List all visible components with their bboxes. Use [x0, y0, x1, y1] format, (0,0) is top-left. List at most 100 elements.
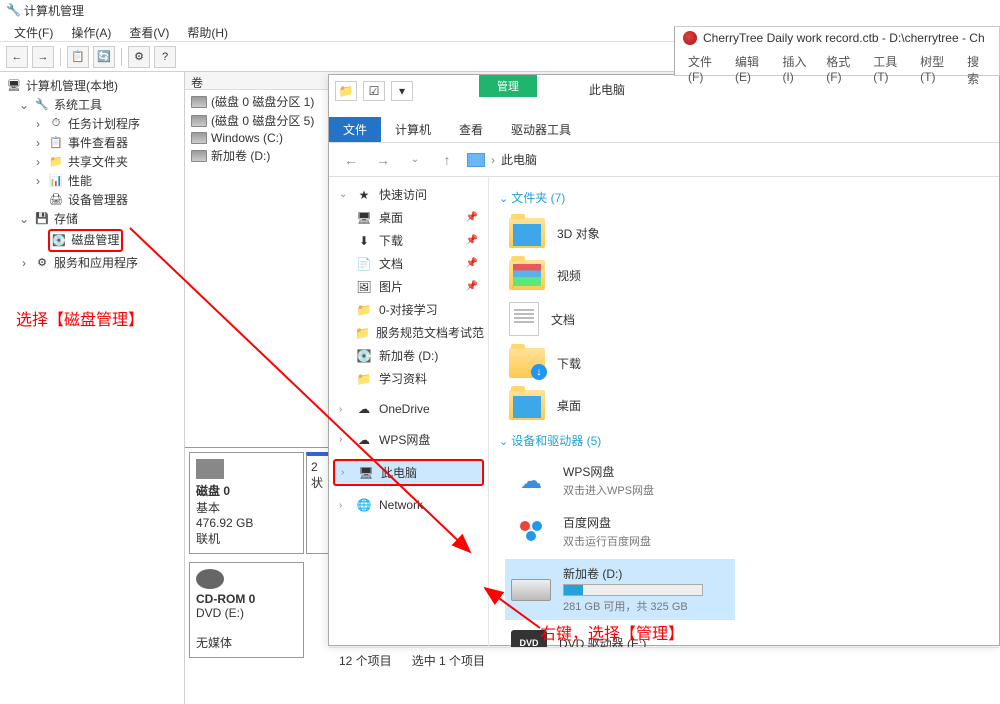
cherry-menu-insert[interactable]: 插入(I) — [775, 51, 817, 89]
tree-task-scheduler[interactable]: › ⏱ 任务计划程序 — [4, 114, 180, 133]
disk-mgmt-highlight: 💽 磁盘管理 — [48, 229, 123, 252]
pc-icon: 🖥 — [357, 465, 375, 481]
history-dropdown[interactable]: ⌄ — [403, 148, 427, 172]
tree-device-mgr[interactable]: › 🖨 设备管理器 — [4, 190, 180, 209]
nav-quick-access[interactable]: ⌄★快速访问 — [333, 183, 484, 206]
item-count: 12 个项目 — [339, 652, 392, 667]
hdd-icon — [511, 579, 551, 601]
folder-videos[interactable]: 视频 — [505, 256, 725, 294]
folder-documents[interactable]: 文档 — [505, 298, 725, 340]
dropdown-button[interactable]: ▾ — [391, 81, 413, 101]
selection-count: 选中 1 个项目 — [412, 652, 485, 667]
pc-icon — [467, 153, 485, 167]
tree-shared-folders[interactable]: › 📁 共享文件夹 — [4, 152, 180, 171]
nav-downloads[interactable]: ⬇下载📌 — [333, 229, 484, 252]
cherry-menu-format[interactable]: 格式(F) — [819, 51, 864, 89]
forward-button[interactable]: → — [32, 46, 54, 68]
drive-wps[interactable]: ☁ WPS网盘双击进入WPS网盘 — [505, 457, 735, 504]
properties-button[interactable]: ☑ — [363, 81, 385, 101]
expand-icon[interactable]: › — [341, 467, 351, 478]
disk-icon — [196, 459, 224, 479]
expand-icon[interactable]: › — [32, 155, 44, 169]
nav-pictures[interactable]: 🖼图片📌 — [333, 275, 484, 298]
expand-icon[interactable]: › — [32, 136, 44, 150]
computer-icon: 🖥 — [6, 78, 22, 94]
collapse-icon[interactable]: ⌄ — [18, 212, 30, 226]
tree-services[interactable]: › ⚙ 服务和应用程序 — [4, 253, 180, 272]
expand-icon[interactable]: › — [32, 174, 44, 188]
nav-folder[interactable]: 📁服务规范文档考试范 — [333, 321, 484, 344]
volume-icon — [191, 115, 207, 127]
menu-file[interactable]: 文件(F) — [6, 22, 61, 39]
tab-computer[interactable]: 计算机 — [381, 117, 445, 142]
drive-d[interactable]: 新加卷 (D:) 281 GB 可用，共 325 GB — [505, 559, 735, 620]
mgmt-title: 计算机管理 — [24, 2, 84, 19]
desktop-icon: 🖥 — [355, 210, 373, 226]
explorer-icon[interactable]: 📁 — [335, 81, 357, 101]
tab-drive-tools[interactable]: 驱动器工具 — [497, 117, 585, 142]
usage-bar — [563, 584, 703, 596]
star-icon: ★ — [355, 187, 373, 203]
nav-this-pc[interactable]: ›🖥此电脑 — [333, 459, 484, 486]
toolbar-btn[interactable]: 📋 — [67, 46, 89, 68]
drive-dvd[interactable]: DVD DVD 驱动器 (E:) — [505, 624, 735, 647]
expand-icon[interactable]: › — [32, 117, 44, 131]
refresh-button[interactable]: 🔄 — [93, 46, 115, 68]
expand-icon[interactable]: › — [339, 500, 349, 511]
cherry-icon — [683, 31, 697, 45]
tab-view[interactable]: 查看 — [445, 117, 497, 142]
folder-desktop[interactable]: 桌面 — [505, 386, 725, 424]
tree-system-tools[interactable]: ⌄ 🔧 系统工具 — [4, 95, 180, 114]
tree-disk-mgmt[interactable]: › 💽 磁盘管理 — [4, 228, 180, 253]
nav-documents[interactable]: 📄文档📌 — [333, 252, 484, 275]
nav-folder[interactable]: 📁学习资料 — [333, 367, 484, 390]
tree-root[interactable]: 🖥 计算机管理(本地) — [4, 76, 180, 95]
cherry-menu-tree[interactable]: 树型(T) — [913, 51, 958, 89]
mgmt-tree: 🖥 计算机管理(本地) ⌄ 🔧 系统工具 › ⏱ 任务计划程序 › 📋 事件查看… — [0, 72, 185, 704]
tree-performance[interactable]: › 📊 性能 — [4, 171, 180, 190]
volume-icon — [191, 150, 207, 162]
nav-drive[interactable]: 💽新加卷 (D:) — [333, 344, 484, 367]
menu-view[interactable]: 查看(V) — [121, 22, 177, 39]
expand-icon[interactable]: › — [339, 404, 349, 415]
folder-icon: 📁 — [355, 371, 373, 387]
nav-folder[interactable]: 📁0-对接学习 — [333, 298, 484, 321]
forward-button[interactable]: → — [371, 148, 395, 172]
tree-storage[interactable]: ⌄ 💾 存储 — [4, 209, 180, 228]
pin-icon: 📌 — [466, 235, 478, 246]
menu-help[interactable]: 帮助(H) — [179, 22, 236, 39]
cherry-menu-tools[interactable]: 工具(T) — [866, 51, 911, 89]
drive-baidu[interactable]: 百度网盘双击运行百度网盘 — [505, 508, 735, 555]
nav-wps[interactable]: ›☁WPS网盘 — [333, 428, 484, 451]
up-button[interactable]: ↑ — [435, 148, 459, 172]
breadcrumb[interactable]: › 此电脑 — [467, 151, 537, 168]
settings-button[interactable]: ⚙ — [128, 46, 150, 68]
folder-3d-objects[interactable]: 3D 对象 — [505, 214, 725, 252]
nav-desktop[interactable]: 🖥桌面📌 — [333, 206, 484, 229]
cherry-menu-edit[interactable]: 编辑(E) — [728, 51, 773, 89]
explorer-statusbar: 12 个项目 选中 1 个项目 — [329, 647, 999, 671]
folder-icon: 📁 — [355, 302, 373, 318]
back-button[interactable]: ← — [6, 46, 28, 68]
nav-onedrive[interactable]: ›☁OneDrive — [333, 398, 484, 420]
expand-icon[interactable]: › — [18, 256, 30, 270]
devices-section[interactable]: 设备和驱动器 (5) — [497, 428, 991, 453]
separator — [121, 48, 122, 66]
menu-action[interactable]: 操作(A) — [63, 22, 119, 39]
nav-network[interactable]: ›🌐Network — [333, 494, 484, 516]
folder-icon: 📁 — [48, 154, 64, 170]
mgmt-titlebar: 🔧 计算机管理 — [0, 0, 1000, 20]
folder-downloads[interactable]: 下载 — [505, 344, 725, 382]
back-button[interactable]: ← — [339, 148, 363, 172]
device-icon: 🖨 — [48, 192, 64, 208]
collapse-icon[interactable]: ⌄ — [339, 189, 349, 200]
collapse-icon[interactable]: ⌄ — [18, 98, 30, 112]
tab-file[interactable]: 文件 — [329, 117, 381, 142]
help-button[interactable]: ? — [154, 46, 176, 68]
tree-event-viewer[interactable]: › 📋 事件查看器 — [4, 133, 180, 152]
expand-icon[interactable]: › — [339, 434, 349, 445]
cherry-menu-search[interactable]: 搜索 — [960, 51, 993, 89]
cherry-menu-file[interactable]: 文件(F) — [681, 51, 726, 89]
drive-icon: 💽 — [355, 348, 373, 364]
folders-section[interactable]: 文件夹 (7) — [497, 185, 991, 210]
